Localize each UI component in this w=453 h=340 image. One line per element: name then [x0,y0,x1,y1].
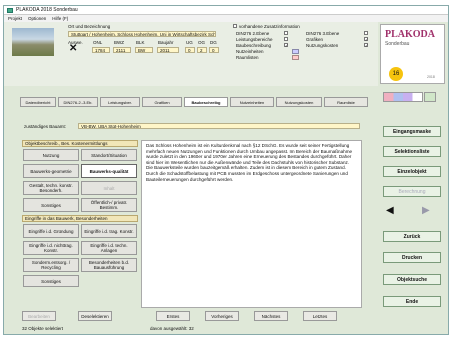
oeffentlich-button[interactable]: Öffentlich-/ privatr. Bestimm. [81,198,137,212]
status-chosen: davon ausgewählt: 32 [150,326,194,331]
dg-field[interactable]: 0 [209,47,219,53]
menu-bar: Projekt Optionen Hilfe (F) [4,15,448,22]
col-bwz: BWZ [114,40,124,45]
gruendung-button[interactable]: Eingriffe i.d. Gründung [23,224,79,238]
tab-raumliste[interactable]: Raumliste [324,97,368,107]
blk-field[interactable]: BW [135,47,153,53]
col-dg: DG [210,40,217,45]
window-title: PLAKODA 2018 Sonderbau [16,7,78,13]
objektsuche-button[interactable]: Objektsuche [383,274,441,285]
sonstiges-button[interactable]: Sonstiges [23,198,79,212]
ort-field[interactable]: Stuttgart / Hohenheim, Schloss Hohenheim… [68,31,216,37]
sondermuell-button[interactable]: Sonderm.entsorg. / Recycling [23,258,79,272]
col-onl: ONL [93,40,103,45]
section-objektbeschreibung: Objektbeschreib., Bes. Kostenermittlungs [22,140,138,147]
zusatz-grid: DIN276 2.Ebene Leistungsbereiche Baubesc… [236,31,376,65]
inhalt-button[interactable]: Inhalt [81,181,137,195]
ende-button[interactable]: Ende [383,296,441,307]
deselektieren-button[interactable]: Deselektieren [78,311,112,321]
bwz-field[interactable]: 2111 [113,47,131,53]
sonstiges2-button[interactable]: Sonstiges [23,275,79,287]
col-og: OG [198,40,206,45]
next-arrow-icon[interactable]: ▶ [422,206,430,216]
chk-din3[interactable] [364,31,368,35]
zusatz-leistung: Leistungsbereiche [236,37,273,42]
tab-nutzungskosten[interactable]: Nutzungskosten [276,97,322,107]
menu-hilfe[interactable]: Hilfe (F) [52,16,68,21]
standort-button[interactable]: Standort/Situation [81,149,137,161]
menu-optionen[interactable]: Optionen [28,16,46,21]
selektionsliste-button[interactable]: Selektionsliste [383,146,441,157]
ug-field[interactable]: 0 [185,47,195,53]
tab-nutzeinheiten[interactable]: Nutzeinheiten [230,97,274,107]
tab-leistungsber[interactable]: Leistungsber. [100,97,140,107]
chk-din2[interactable] [284,31,288,35]
title-bar: PLAKODA 2018 Sonderbau [4,6,448,15]
description-text[interactable]: Das Schloss Hohenheim ist ein Kulturdenk… [141,140,362,308]
tragkonstr-button[interactable]: Eingriffe i.d. trag. Konstr. [81,224,137,238]
tab-grafiken[interactable]: Grafiken [142,97,182,107]
logo-title: PLAKODA [385,29,435,40]
building-photo [12,28,54,56]
zusatz-grafiken: Grafiken [306,37,324,42]
col-baujahr: Baujahr [158,40,174,45]
zurueck-button[interactable]: Zurück [383,231,441,242]
ort-label: Ort und Bezeichnung [68,24,111,29]
gestalt-button[interactable]: Gestalt, techn. konstr. Besonderh. [23,181,79,195]
nutzeinh-swatch [292,49,299,54]
techanlagen-button[interactable]: Eingriffe i.d. techn. Anlagen [81,241,137,255]
zusatz-din3: DIN276 3.Ebene [306,31,340,36]
berechnung-button[interactable]: Berechnung [383,186,441,197]
logo-subtitle: Sonderbau [385,41,410,47]
bauamt-label: zuständiges Bauamt: [24,124,67,129]
bauamt-field[interactable]: VB-BW, UBA Stgt-Hohenheim [78,123,360,129]
zusatz-din2: DIN276 2.Ebene [236,31,270,36]
zusatz-nutzeinh: Nutzeinheiten [236,49,264,54]
onl-field[interactable]: 1784 [92,47,110,53]
chk-grafiken[interactable]: ✓ [364,37,368,42]
baujahr-field[interactable]: 2011 [157,47,179,53]
delete-mark-icon[interactable]: ✕ [69,44,77,54]
menu-projekt[interactable]: Projekt [8,16,22,21]
logo-box: PLAKODA Sonderbau 16 2018 [380,24,445,84]
tab-datendbericht[interactable]: Datendbericht [20,97,56,107]
zusatz-title: vorhandene Zusatzinformation [233,24,300,29]
chk-baubeschr[interactable]: ✓ [284,43,288,48]
erstes-button[interactable]: Erstes [156,311,190,321]
besonderheiten-button[interactable]: Besonderheiten b.d. Bauausführung [81,258,137,272]
nutzung-button[interactable]: Nutzung [23,149,79,161]
eingangsmaske-button[interactable]: Eingangsmaske [383,126,441,137]
einzelobjekt-button[interactable]: Einzelobjekt [383,166,441,177]
naechstes-button[interactable]: Nächstes [254,311,288,321]
zusatz-checkbox [233,24,237,28]
chk-nutzkost[interactable]: ✓ [364,43,368,48]
drucken-button[interactable]: Drucken [383,252,441,263]
col-blk: BLK [136,40,145,45]
col-ug: UG [186,40,193,45]
section-eingriffe: Eingriffe in das Bauwerk, Besonderheiten [22,215,138,222]
bearbeiten-button[interactable]: Bearbeiten [22,311,56,321]
raumlisten-swatch [292,55,299,60]
vorheriges-button[interactable]: Vorheriges [205,311,239,321]
color-swatch-green[interactable] [424,92,436,102]
version-badge: 16 [389,67,403,81]
zusatz-nutzkost: Nutzungskosten [306,43,339,48]
chk-leistung[interactable] [284,37,288,41]
status-selected: 32 Objekte selektiert [22,326,64,331]
tab-baubeschreibung[interactable]: Baubeschreibg [184,97,228,107]
letztes-button[interactable]: Letztes [303,311,337,321]
logo-small: 2018 [427,75,435,79]
color-swatch-palette[interactable] [383,92,423,102]
tab-din276[interactable]: DIN276-2.-3.Eb. [58,97,98,107]
bauwerksqualitaet-button[interactable]: Bauwerks-qualität [81,164,137,178]
zusatz-raumlisten: Raumlisten [236,55,259,60]
zusatz-baubeschr: Baubeschreibung [236,43,272,48]
nichttragkonstr-button[interactable]: Eingriffe i.d. nichttrag. Konstr. [23,241,79,255]
bauwerksgeometrie-button[interactable]: Bauwerks-geometrie [23,164,79,178]
og-field[interactable]: 2 [197,47,207,53]
prev-arrow-icon[interactable]: ◀ [386,206,394,216]
app-icon [7,8,13,13]
